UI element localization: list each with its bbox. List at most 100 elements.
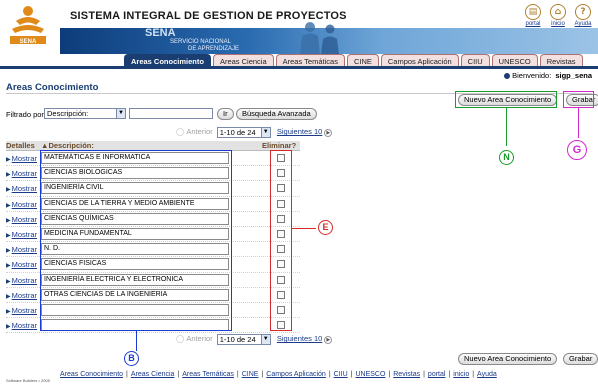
- footer-link[interactable]: Areas Temáticas: [182, 371, 234, 378]
- footer-link[interactable]: Campos Aplicación: [266, 371, 326, 378]
- annotation-label-b: B: [124, 351, 139, 366]
- next-icon[interactable]: ▶: [324, 129, 333, 138]
- brand-subtitle-line-1: SERVICIO NACIONAL: [170, 39, 231, 45]
- description-field[interactable]: N. D.: [41, 243, 229, 256]
- pager-range-select[interactable]: 1-10 de 24 ▼: [216, 127, 271, 138]
- play-icon: ▶: [6, 202, 11, 209]
- sena-logo: SENA: [10, 6, 46, 45]
- footer-separator: |: [328, 371, 331, 378]
- description-field[interactable]: INGENIERÍA ELECTRICA Y ELECTRONICA: [41, 273, 229, 286]
- filter-search-input[interactable]: [129, 108, 213, 119]
- pager-range-select[interactable]: 1-10 de 24 ▼: [216, 334, 271, 345]
- footer-link[interactable]: portal: [428, 371, 446, 378]
- portal-link[interactable]: ▤ portal: [520, 4, 546, 27]
- description-field[interactable]: [41, 319, 229, 332]
- delete-checkbox[interactable]: [277, 321, 285, 330]
- delete-checkbox[interactable]: [277, 305, 285, 314]
- pager-next-link[interactable]: Siguientes 10: [277, 127, 322, 136]
- new-area-button[interactable]: Nuevo Area Conocimiento: [458, 94, 558, 106]
- table-row: ▶Mostrar INGENIERÍA ELECTRICA Y ELECTRONI…: [6, 273, 300, 288]
- footer-link[interactable]: Areas Conocimiento: [60, 371, 123, 378]
- play-icon: ▶: [6, 187, 11, 194]
- table-row: ▶Mostrar: [6, 318, 300, 334]
- show-details-link[interactable]: ▶Mostrar: [6, 321, 37, 330]
- annotation-line-save: [578, 108, 580, 138]
- help-link[interactable]: ? Ayuda: [570, 4, 596, 27]
- footer-link[interactable]: Revistas: [393, 371, 420, 378]
- welcome-area: Bienvenido: sigp_sena: [504, 71, 592, 80]
- show-details-link[interactable]: ▶Mostrar: [6, 184, 37, 193]
- show-label: Mostrar: [11, 260, 38, 270]
- go-button[interactable]: Ir: [217, 108, 234, 120]
- delete-checkbox[interactable]: [277, 245, 285, 254]
- description-field[interactable]: MATEMÁTICAS E INFORMATICA: [41, 152, 229, 164]
- play-icon: ▶: [6, 263, 11, 270]
- pager-previous: Anterior: [186, 334, 213, 344]
- show-label: Mostrar: [11, 229, 38, 239]
- description-field[interactable]: CIENCIAS QUÍMICAS: [41, 212, 229, 225]
- show-details-link[interactable]: ▶Mostrar: [6, 215, 37, 224]
- footer-link[interactable]: CIIU: [334, 371, 348, 378]
- advanced-search-button[interactable]: Búsqueda Avanzada: [236, 108, 317, 120]
- tab-underline: [0, 66, 598, 69]
- show-details-link[interactable]: ▶Mostrar: [6, 291, 37, 300]
- delete-checkbox[interactable]: [277, 199, 285, 208]
- description-field[interactable]: CIENCIAS FISICAS: [41, 258, 229, 271]
- play-icon: ▶: [6, 293, 11, 300]
- new-area-button-bottom[interactable]: Nuevo Area Conocimiento: [458, 353, 558, 365]
- footer-link[interactable]: UNESCO: [355, 371, 385, 378]
- description-field[interactable]: INGENIERÍA CIVIL: [41, 182, 229, 195]
- home-link[interactable]: ⌂ inicio: [545, 4, 571, 27]
- show-details-link[interactable]: ▶Mostrar: [6, 245, 37, 254]
- table-row: ▶Mostrar CIENCIAS BIOLOGICAS: [6, 166, 300, 182]
- table-row: ▶Mostrar MEDICINA FUNDAMENTAL: [6, 227, 300, 243]
- play-icon: ▶: [6, 324, 11, 331]
- app-header: SENA SISTEMA INTEGRAL DE GESTION DE PROY…: [0, 0, 598, 54]
- description-field[interactable]: [41, 303, 229, 316]
- annotation-line-description: [136, 331, 138, 351]
- delete-checkbox[interactable]: [277, 154, 285, 162]
- description-field[interactable]: CIENCIAS BIOLOGICAS: [41, 167, 229, 180]
- pager-next-link[interactable]: Siguientes 10: [277, 334, 322, 343]
- footer-link[interactable]: Ayuda: [477, 371, 497, 378]
- show-details-link[interactable]: ▶Mostrar: [6, 306, 37, 315]
- table-row: ▶Mostrar INGENIERÍA CIVIL: [6, 181, 300, 197]
- show-details-link[interactable]: ▶Mostrar: [6, 169, 37, 178]
- footer-link[interactable]: Areas Ciencia: [131, 371, 175, 378]
- delete-checkbox[interactable]: [277, 214, 285, 223]
- delete-checkbox[interactable]: [277, 260, 285, 269]
- description-field[interactable]: MEDICINA FUNDAMENTAL: [41, 227, 229, 240]
- table-row: ▶Mostrar CIENCIAS DE LA TIERRA Y MEDIO AM…: [6, 197, 300, 212]
- description-field[interactable]: OTRAS CIENCIAS DE LA INGENIERIA: [41, 288, 229, 301]
- filter-field-select[interactable]: Descripción: ▼: [44, 108, 126, 119]
- welcome-label: Bienvenido:: [512, 71, 552, 80]
- pager-bottom: ◯ Anterior 1-10 de 24 ▼ Siguientes 10 ▶: [176, 334, 333, 346]
- next-icon[interactable]: ▶: [324, 336, 333, 345]
- show-details-link[interactable]: ▶Mostrar: [6, 260, 37, 269]
- footer-link[interactable]: inicio: [453, 371, 469, 378]
- show-details-link[interactable]: ▶Mostrar: [6, 154, 37, 163]
- show-label: Mostrar: [11, 290, 38, 300]
- delete-checkbox[interactable]: [277, 275, 285, 284]
- show-details-link[interactable]: ▶Mostrar: [6, 230, 37, 239]
- show-label: Mostrar: [11, 199, 38, 209]
- footer-separator: |: [472, 371, 475, 378]
- pager-range-value: 1-10 de 24: [219, 335, 256, 344]
- col-description-header[interactable]: ▲ Descripción:: [41, 141, 94, 151]
- show-details-link[interactable]: ▶Mostrar: [6, 276, 37, 285]
- help-icon: ?: [575, 4, 591, 20]
- description-field[interactable]: CIENCIAS DE LA TIERRA Y MEDIO AMBIENTE: [41, 197, 229, 210]
- delete-checkbox[interactable]: [277, 229, 285, 238]
- grid-header: Detalles ▲ Descripción: Eliminar?: [6, 141, 300, 151]
- footer-link[interactable]: CINE: [242, 371, 259, 378]
- save-button-bottom[interactable]: Grabar: [563, 353, 598, 365]
- annotation-line-delete: [292, 228, 316, 230]
- save-button[interactable]: Grabar: [566, 94, 598, 106]
- delete-checkbox[interactable]: [277, 290, 285, 299]
- table-row: ▶Mostrar OTRAS CIENCIAS DE LA INGENIERIA: [6, 288, 300, 303]
- delete-checkbox[interactable]: [277, 169, 285, 178]
- previous-icon: ◯: [176, 127, 185, 137]
- delete-checkbox[interactable]: [277, 184, 285, 193]
- show-details-link[interactable]: ▶Mostrar: [6, 200, 37, 209]
- footer-separator: |: [236, 371, 239, 378]
